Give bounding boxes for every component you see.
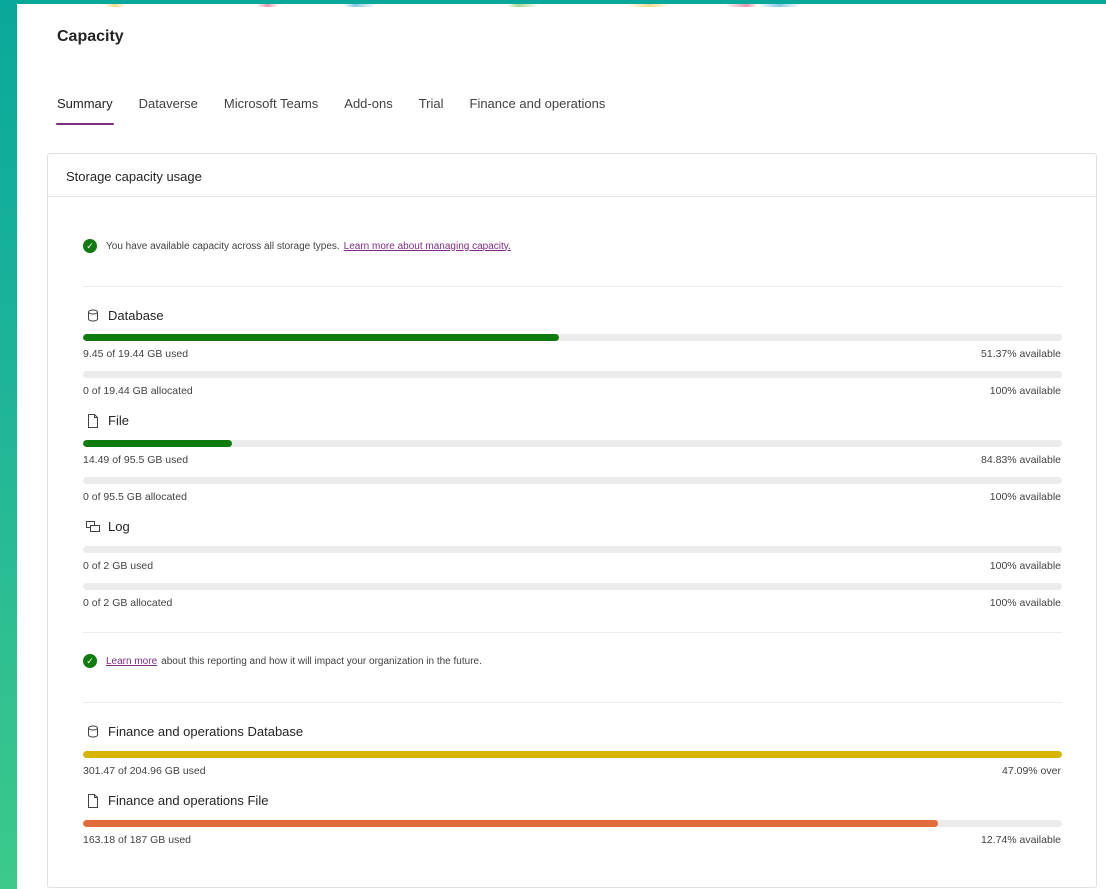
- learn-more-managing-capacity-link[interactable]: Learn more about managing capacity.: [344, 241, 511, 252]
- fo-database-used-bar: [83, 751, 1062, 758]
- file-allocated-bar: [83, 477, 1062, 484]
- log-used-text: 0 of 2 GB used: [83, 560, 154, 572]
- reporting-notice: ✓ Learn more about this reporting and ho…: [83, 654, 482, 668]
- file-section-title: File: [86, 413, 129, 428]
- log-used-available: 100% available: [989, 560, 1061, 572]
- divider: [83, 286, 1062, 287]
- notice-text: You have available capacity across all s…: [106, 240, 340, 252]
- fo-database-over: 47.09% over: [1002, 765, 1061, 777]
- tab-finance-and-operations[interactable]: Finance and operations: [470, 96, 606, 125]
- database-used-available: 51.37% available: [981, 348, 1061, 360]
- log-allocated-bar: [83, 583, 1062, 590]
- log-used-bar: [83, 546, 1062, 553]
- divider: [83, 632, 1062, 633]
- database-icon: [86, 309, 100, 323]
- capacity-page: Capacity Summary Dataverse Microsoft Tea…: [17, 4, 1106, 889]
- file-used-bar: [83, 440, 1062, 447]
- fo-file-section-title: Finance and operations File: [86, 793, 268, 808]
- tab-bar: Summary Dataverse Microsoft Teams Add-on…: [56, 96, 631, 125]
- tab-add-ons[interactable]: Add-ons: [344, 96, 392, 125]
- log-section-title: Log: [86, 519, 130, 534]
- notice-text: about this reporting and how it will imp…: [161, 655, 482, 667]
- log-allocated-text: 0 of 2 GB allocated: [83, 597, 173, 609]
- card-title: Storage capacity usage: [48, 154, 1096, 197]
- database-used-bar: [83, 334, 1062, 341]
- database-allocated-available: 100% available: [989, 385, 1061, 397]
- file-used-text: 14.49 of 95.5 GB used: [83, 454, 189, 466]
- check-circle-icon: ✓: [83, 654, 97, 668]
- tab-summary[interactable]: Summary: [56, 96, 114, 125]
- database-section-title: Database: [86, 308, 164, 323]
- database-used-fill: [83, 334, 559, 341]
- check-circle-icon: ✓: [83, 239, 97, 253]
- page-title: Capacity: [57, 28, 124, 45]
- log-allocated-available: 100% available: [989, 597, 1061, 609]
- file-allocated-available: 100% available: [989, 491, 1061, 503]
- tab-trial[interactable]: Trial: [419, 96, 444, 125]
- file-allocated-text: 0 of 95.5 GB allocated: [83, 491, 187, 503]
- fo-file-used-text: 163.18 of 187 GB used: [83, 834, 191, 846]
- file-used-fill: [83, 440, 232, 447]
- fo-database-label: Finance and operations Database: [108, 724, 304, 739]
- log-icon: [86, 520, 100, 534]
- storage-capacity-card: Storage capacity usage ✓ You have availa…: [47, 153, 1097, 888]
- tab-microsoft-teams[interactable]: Microsoft Teams: [224, 96, 318, 125]
- file-label: File: [108, 413, 129, 428]
- capacity-notice: ✓ You have available capacity across all…: [83, 239, 511, 253]
- database-allocated-text: 0 of 19.44 GB allocated: [83, 385, 193, 397]
- fo-database-used-text: 301.47 of 204.96 GB used: [83, 765, 206, 777]
- fo-file-used-bar: [83, 820, 1062, 827]
- fo-file-used-fill: [83, 820, 938, 827]
- database-used-text: 9.45 of 19.44 GB used: [83, 348, 189, 360]
- file-icon: [86, 793, 100, 808]
- log-label: Log: [108, 519, 130, 534]
- top-banner-strip: [17, 4, 1106, 7]
- divider: [83, 702, 1062, 703]
- database-label: Database: [108, 308, 164, 323]
- fo-file-label: Finance and operations File: [108, 793, 269, 808]
- learn-more-reporting-link[interactable]: Learn more: [106, 656, 157, 667]
- fo-database-used-fill: [83, 751, 1062, 758]
- file-icon: [86, 413, 100, 428]
- fo-file-available: 12.74% available: [981, 834, 1061, 846]
- tab-dataverse[interactable]: Dataverse: [139, 96, 198, 125]
- file-used-available: 84.83% available: [981, 454, 1061, 466]
- fo-database-section-title: Finance and operations Database: [86, 724, 303, 739]
- database-icon: [86, 725, 100, 739]
- database-allocated-bar: [83, 371, 1062, 378]
